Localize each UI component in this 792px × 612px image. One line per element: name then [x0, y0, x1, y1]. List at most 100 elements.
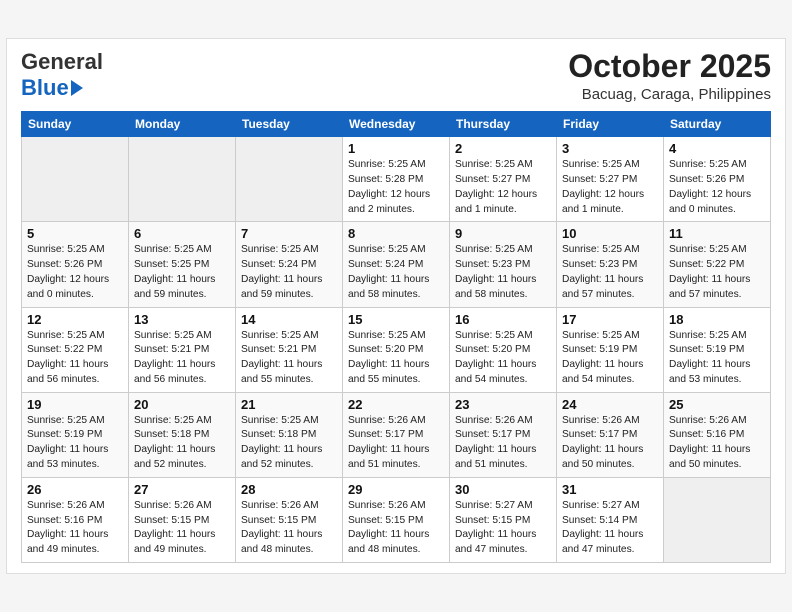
calendar-cell: 3 Sunrise: 5:25 AMSunset: 5:27 PMDaylight…: [557, 137, 664, 222]
day-number: 23: [455, 397, 551, 412]
day-info: Sunrise: 5:25 AMSunset: 5:18 PMDaylight:…: [134, 414, 230, 473]
calendar-week-row: 26 Sunrise: 5:26 AMSunset: 5:16 PMDayligh…: [22, 477, 771, 562]
calendar-week-row: 12 Sunrise: 5:25 AMSunset: 5:22 PMDayligh…: [22, 307, 771, 392]
day-number: 16: [455, 312, 551, 327]
day-number: 21: [241, 397, 337, 412]
day-number: 17: [562, 312, 658, 327]
calendar-cell: 12 Sunrise: 5:25 AMSunset: 5:22 PMDayligh…: [22, 307, 129, 392]
day-info: Sunrise: 5:25 AMSunset: 5:23 PMDaylight:…: [562, 243, 658, 302]
col-saturday: Saturday: [664, 112, 771, 137]
day-number: 2: [455, 141, 551, 156]
day-number: 10: [562, 226, 658, 241]
logo: General Blue: [21, 49, 103, 101]
calendar-cell: 13 Sunrise: 5:25 AMSunset: 5:21 PMDayligh…: [129, 307, 236, 392]
col-wednesday: Wednesday: [343, 112, 450, 137]
day-number: 1: [348, 141, 444, 156]
calendar-cell: [664, 477, 771, 562]
day-info: Sunrise: 5:26 AMSunset: 5:16 PMDaylight:…: [669, 414, 765, 473]
day-number: 30: [455, 482, 551, 497]
day-number: 3: [562, 141, 658, 156]
calendar-cell: 24 Sunrise: 5:26 AMSunset: 5:17 PMDayligh…: [557, 392, 664, 477]
calendar-cell: 11 Sunrise: 5:25 AMSunset: 5:22 PMDayligh…: [664, 222, 771, 307]
day-number: 22: [348, 397, 444, 412]
col-sunday: Sunday: [22, 112, 129, 137]
day-info: Sunrise: 5:25 AMSunset: 5:26 PMDaylight:…: [27, 243, 123, 302]
day-number: 31: [562, 482, 658, 497]
calendar-cell: 18Sunrise: 5:25 AMSunset: 5:19 PMDayligh…: [664, 307, 771, 392]
day-number: 20: [134, 397, 230, 412]
col-tuesday: Tuesday: [236, 112, 343, 137]
day-info: Sunrise: 5:26 AMSunset: 5:17 PMDaylight:…: [455, 414, 551, 473]
month-title: October 2025: [568, 49, 771, 84]
calendar-header: General Blue October 2025 Bacuag, Caraga…: [21, 49, 771, 103]
day-info: Sunrise: 5:26 AMSunset: 5:17 PMDaylight:…: [562, 414, 658, 473]
calendar-cell: 21 Sunrise: 5:25 AMSunset: 5:18 PMDayligh…: [236, 392, 343, 477]
calendar-cell: 8Sunrise: 5:25 AMSunset: 5:24 PMDaylight…: [343, 222, 450, 307]
day-info: Sunrise: 5:25 AMSunset: 5:26 PMDaylight:…: [669, 158, 765, 217]
calendar-cell: 15 Sunrise: 5:25 AMSunset: 5:20 PMDayligh…: [343, 307, 450, 392]
day-number: 9: [455, 226, 551, 241]
day-number: 26: [27, 482, 123, 497]
day-number: 19: [27, 397, 123, 412]
day-info: Sunrise: 5:25 AMSunset: 5:21 PMDaylight:…: [241, 329, 337, 388]
day-info: Sunrise: 5:25 AMSunset: 5:22 PMDaylight:…: [669, 243, 765, 302]
day-info: Sunrise: 5:25 AMSunset: 5:27 PMDaylight:…: [562, 158, 658, 217]
day-info: Sunrise: 5:27 AMSunset: 5:14 PMDaylight:…: [562, 499, 658, 558]
calendar-cell: 26 Sunrise: 5:26 AMSunset: 5:16 PMDayligh…: [22, 477, 129, 562]
title-block: October 2025 Bacuag, Caraga, Philippines: [568, 49, 771, 103]
calendar-week-row: 1Sunrise: 5:25 AMSunset: 5:28 PMDaylight…: [22, 137, 771, 222]
calendar-cell: 1Sunrise: 5:25 AMSunset: 5:28 PMDaylight…: [343, 137, 450, 222]
day-info: Sunrise: 5:27 AMSunset: 5:15 PMDaylight:…: [455, 499, 551, 558]
location-title: Bacuag, Caraga, Philippines: [568, 86, 771, 103]
day-number: 11: [669, 226, 765, 241]
calendar-cell: 9Sunrise: 5:25 AMSunset: 5:23 PMDaylight…: [450, 222, 557, 307]
calendar-cell: 22 Sunrise: 5:26 AMSunset: 5:17 PMDayligh…: [343, 392, 450, 477]
day-number: 13: [134, 312, 230, 327]
day-number: 24: [562, 397, 658, 412]
calendar-cell: 20 Sunrise: 5:25 AMSunset: 5:18 PMDayligh…: [129, 392, 236, 477]
calendar-cell: 29Sunrise: 5:26 AMSunset: 5:15 PMDayligh…: [343, 477, 450, 562]
day-info: Sunrise: 5:25 AMSunset: 5:27 PMDaylight:…: [455, 158, 551, 217]
day-info: Sunrise: 5:26 AMSunset: 5:17 PMDaylight:…: [348, 414, 444, 473]
day-number: 5: [27, 226, 123, 241]
calendar-header-row: Sunday Monday Tuesday Wednesday Thursday…: [22, 112, 771, 137]
day-info: Sunrise: 5:26 AMSunset: 5:15 PMDaylight:…: [348, 499, 444, 558]
day-info: Sunrise: 5:25 AMSunset: 5:19 PMDaylight:…: [27, 414, 123, 473]
calendar-cell: 4Sunrise: 5:25 AMSunset: 5:26 PMDaylight…: [664, 137, 771, 222]
logo-blue: Blue: [21, 75, 69, 101]
day-info: Sunrise: 5:26 AMSunset: 5:15 PMDaylight:…: [134, 499, 230, 558]
calendar-cell: 28Sunrise: 5:26 AMSunset: 5:15 PMDayligh…: [236, 477, 343, 562]
day-info: Sunrise: 5:25 AMSunset: 5:20 PMDaylight:…: [348, 329, 444, 388]
day-info: Sunrise: 5:26 AMSunset: 5:16 PMDaylight:…: [27, 499, 123, 558]
calendar-cell: 17 Sunrise: 5:25 AMSunset: 5:19 PMDayligh…: [557, 307, 664, 392]
calendar-cell: 31 Sunrise: 5:27 AMSunset: 5:14 PMDayligh…: [557, 477, 664, 562]
calendar-cell: 7 Sunrise: 5:25 AMSunset: 5:24 PMDaylight…: [236, 222, 343, 307]
calendar-cell: 30 Sunrise: 5:27 AMSunset: 5:15 PMDayligh…: [450, 477, 557, 562]
calendar-cell: 19 Sunrise: 5:25 AMSunset: 5:19 PMDayligh…: [22, 392, 129, 477]
day-number: 6: [134, 226, 230, 241]
day-info: Sunrise: 5:25 AMSunset: 5:24 PMDaylight:…: [241, 243, 337, 302]
calendar-cell: [236, 137, 343, 222]
day-info: Sunrise: 5:25 AMSunset: 5:24 PMDaylight:…: [348, 243, 444, 302]
calendar-week-row: 5 Sunrise: 5:25 AMSunset: 5:26 PMDaylight…: [22, 222, 771, 307]
calendar-week-row: 19 Sunrise: 5:25 AMSunset: 5:19 PMDayligh…: [22, 392, 771, 477]
day-info: Sunrise: 5:25 AMSunset: 5:22 PMDaylight:…: [27, 329, 123, 388]
calendar-table: Sunday Monday Tuesday Wednesday Thursday…: [21, 111, 771, 563]
day-info: Sunrise: 5:25 AMSunset: 5:25 PMDaylight:…: [134, 243, 230, 302]
day-info: Sunrise: 5:25 AMSunset: 5:18 PMDaylight:…: [241, 414, 337, 473]
day-number: 27: [134, 482, 230, 497]
day-number: 12: [27, 312, 123, 327]
col-friday: Friday: [557, 112, 664, 137]
day-info: Sunrise: 5:25 AMSunset: 5:19 PMDaylight:…: [562, 329, 658, 388]
calendar-container: General Blue October 2025 Bacuag, Caraga…: [6, 38, 786, 574]
day-info: Sunrise: 5:25 AMSunset: 5:21 PMDaylight:…: [134, 329, 230, 388]
day-number: 15: [348, 312, 444, 327]
day-number: 28: [241, 482, 337, 497]
day-info: Sunrise: 5:25 AMSunset: 5:20 PMDaylight:…: [455, 329, 551, 388]
calendar-cell: 6 Sunrise: 5:25 AMSunset: 5:25 PMDaylight…: [129, 222, 236, 307]
logo-general: General: [21, 49, 103, 75]
calendar-cell: [129, 137, 236, 222]
calendar-cell: 2 Sunrise: 5:25 AMSunset: 5:27 PMDaylight…: [450, 137, 557, 222]
day-number: 7: [241, 226, 337, 241]
calendar-cell: 16 Sunrise: 5:25 AMSunset: 5:20 PMDayligh…: [450, 307, 557, 392]
